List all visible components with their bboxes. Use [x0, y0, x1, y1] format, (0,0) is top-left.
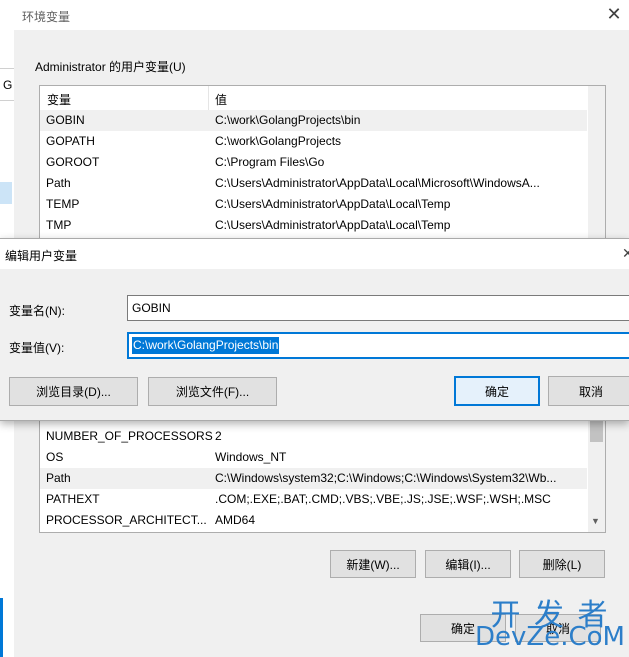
variable-value-label: 变量值(V):: [9, 341, 65, 355]
close-icon[interactable]: ✕: [622, 245, 629, 262]
var-name: GOROOT: [46, 155, 100, 169]
user-variables-list[interactable]: 变量 值 GOBIN C:\work\GolangProjects\bin GO…: [39, 85, 606, 245]
var-value: 2: [215, 429, 222, 443]
dialog-title: 编辑用户变量: [5, 249, 78, 263]
env-window-title: 环境变量: [22, 10, 71, 24]
var-name: Path: [46, 471, 71, 485]
table-row[interactable]: TMP C:\Users\Administrator\AppData\Local…: [40, 215, 587, 236]
variable-name-label: 变量名(N):: [9, 304, 65, 318]
background-window-accent: [0, 598, 3, 657]
user-vars-group-label: Administrator 的用户变量(U): [35, 60, 186, 74]
scroll-down-arrow-icon[interactable]: ▼: [591, 516, 600, 526]
edit-variable-button[interactable]: 编辑(I)...: [425, 550, 511, 578]
var-name: TMP: [46, 218, 72, 232]
variable-value-input[interactable]: C:\work\GolangProjects\bin: [127, 332, 629, 359]
background-window-label: G: [3, 78, 13, 92]
var-value: C:\work\GolangProjects: [215, 134, 342, 148]
env-window-titlebar: [14, 0, 629, 30]
var-name: NUMBER_OF_PROCESSORS: [46, 429, 213, 443]
new-variable-button[interactable]: 新建(W)...: [330, 550, 416, 578]
var-name: GOPATH: [46, 134, 95, 148]
browse-directory-button[interactable]: 浏览目录(D)...: [9, 377, 138, 406]
watermark-line2: DevZe.CoM: [475, 622, 625, 652]
scrollbar-thumb[interactable]: [590, 420, 603, 442]
var-name: TEMP: [46, 197, 80, 211]
background-window-divider: [0, 100, 14, 101]
table-row[interactable]: PATHEXT .COM;.EXE;.BAT;.CMD;.VBS;.VBE;.J…: [40, 489, 587, 510]
table-row[interactable]: TEMP C:\Users\Administrator\AppData\Loca…: [40, 194, 587, 215]
background-window-block: [0, 182, 12, 204]
dialog-titlebar: [0, 239, 629, 269]
table-row[interactable]: GOPATH C:\work\GolangProjects: [40, 131, 587, 152]
var-value: AMD64: [215, 513, 256, 527]
dialog-cancel-button[interactable]: 取消: [548, 376, 629, 406]
table-row[interactable]: OS Windows_NT: [40, 447, 587, 468]
var-name: OS: [46, 450, 64, 464]
var-name: Path: [46, 176, 71, 190]
background-window-divider: [0, 68, 14, 69]
edit-user-variable-dialog: 编辑用户变量 ✕ 变量名(N): GOBIN 变量值(V): C:\work\G…: [0, 238, 629, 421]
var-name: GOBIN: [46, 113, 85, 127]
column-header-value[interactable]: 值: [215, 91, 227, 108]
var-value: C:\Users\Administrator\AppData\Local\Tem…: [215, 197, 451, 211]
column-divider: [208, 86, 209, 110]
table-row[interactable]: NUMBER_OF_PROCESSORS 2: [40, 426, 587, 447]
variable-name-value: GOBIN: [132, 301, 171, 315]
close-icon[interactable]: ✕: [604, 4, 624, 24]
var-value: C:\work\GolangProjects\bin: [215, 113, 361, 127]
var-value: .COM;.EXE;.BAT;.CMD;.VBS;.VBE;.JS;.JSE;.…: [215, 492, 551, 506]
var-value: C:\Program Files\Go: [215, 155, 325, 169]
table-row[interactable]: PROCESSOR_ARCHITECT... AMD64: [40, 510, 587, 531]
system-variables-list[interactable]: NUMBER_OF_PROCESSORS 2 OS Windows_NT Pat…: [39, 405, 606, 533]
var-name: PROCESSOR_ARCHITECT...: [46, 513, 207, 527]
var-value: C:\Users\Administrator\AppData\Local\Mic…: [215, 176, 540, 190]
table-row[interactable]: GOROOT C:\Program Files\Go: [40, 152, 587, 173]
var-value: C:\Users\Administrator\AppData\Local\Tem…: [215, 218, 451, 232]
delete-variable-button[interactable]: 删除(L): [519, 550, 605, 578]
variable-value-selected-text: C:\work\GolangProjects\bin: [132, 337, 280, 354]
table-row[interactable]: GOBIN C:\work\GolangProjects\bin: [40, 110, 587, 131]
table-row[interactable]: Path C:\Windows\system32;C:\Windows;C:\W…: [40, 468, 587, 489]
vertical-scrollbar[interactable]: ▼: [588, 406, 605, 532]
vertical-scrollbar[interactable]: [588, 86, 605, 244]
column-header-name[interactable]: 变量: [47, 91, 71, 108]
browse-file-button[interactable]: 浏览文件(F)...: [148, 377, 277, 406]
var-value: Windows_NT: [215, 450, 287, 464]
watermark-logo: 开 发 者 DevZe.CoM: [472, 590, 628, 656]
var-name: PATHEXT: [46, 492, 100, 506]
variable-name-input[interactable]: GOBIN: [127, 295, 629, 321]
table-row[interactable]: Path C:\Users\Administrator\AppData\Loca…: [40, 173, 587, 194]
list-header: 变量 值: [40, 86, 587, 111]
var-value: C:\Windows\system32;C:\Windows;C:\Window…: [215, 471, 557, 485]
dialog-ok-button[interactable]: 确定: [454, 376, 540, 406]
